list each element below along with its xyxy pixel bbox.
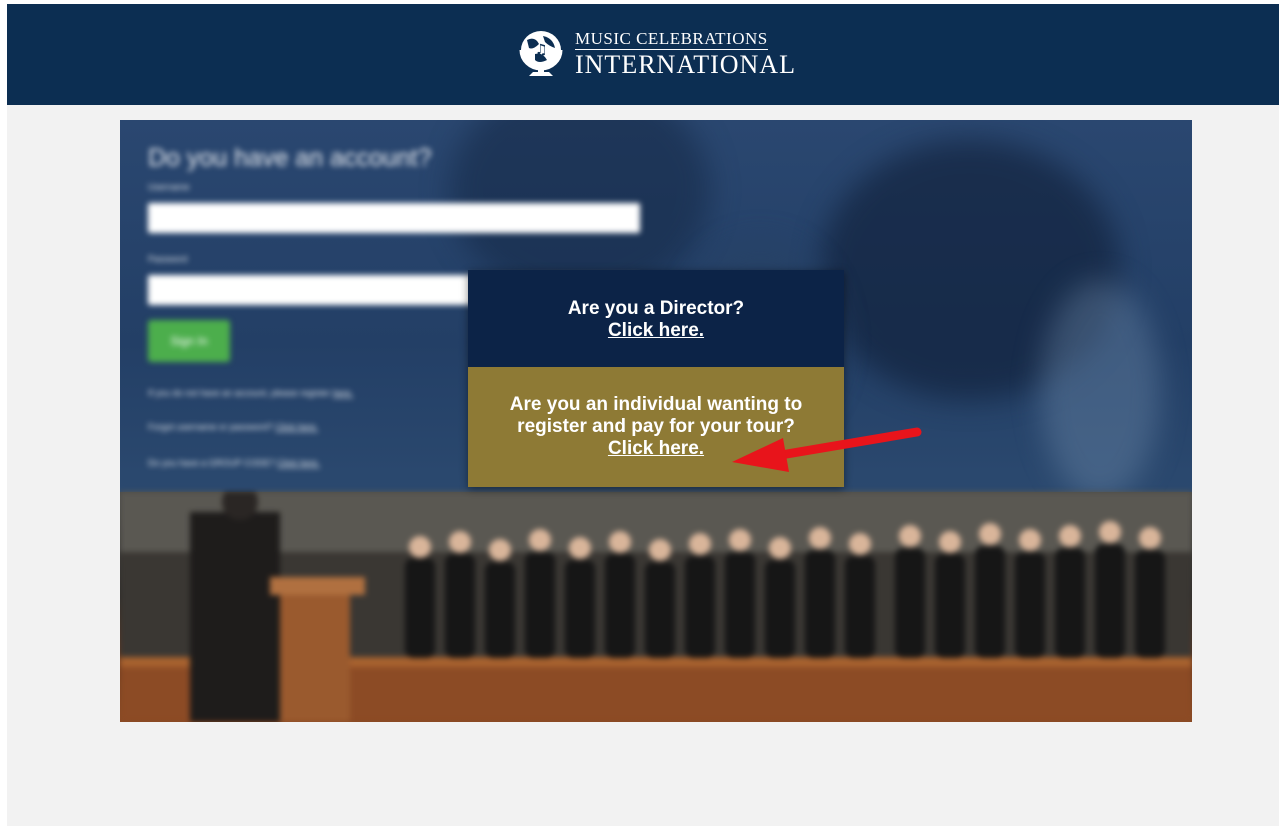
site-header: ♫ MUSIC CELEBRATIONS INTERNATIONAL [7,4,1279,105]
username-input[interactable] [148,203,640,233]
forgot-link[interactable]: Click here. [276,422,319,432]
group-code-text: Do you have a GROUP CODE? [148,458,275,468]
login-title: Do you have an account? [148,144,432,172]
forgot-line: Forgot username or password? Click here. [148,422,318,432]
brand-logo[interactable]: ♫ MUSIC CELEBRATIONS INTERNATIONAL [513,26,796,82]
username-label: Username [148,182,190,192]
page-background: ♫ MUSIC CELEBRATIONS INTERNATIONAL Do yo… [7,4,1279,826]
group-code-link[interactable]: Click here. [277,458,320,468]
individual-click-here-link[interactable]: Click here. [608,438,704,460]
red-arrow-icon [732,427,922,472]
choir-photo [120,492,1192,722]
forgot-text: Forgot username or password? [148,422,274,432]
brand-name-line1: MUSIC CELEBRATIONS [575,29,768,50]
password-label: Password [148,254,188,264]
individual-question-line1: Are you an individual wanting to [509,394,803,415]
group-code-line: Do you have a GROUP CODE? Click here. [148,458,320,468]
choir-image [120,492,1192,722]
register-link[interactable]: here. [333,388,354,398]
svg-text:♫: ♫ [535,42,548,58]
director-option: Are you a Director? Click here. [468,270,844,367]
sign-in-button[interactable]: Sign In [148,320,230,362]
register-text: If you do not have an account, please re… [148,388,331,398]
register-line: If you do not have an account, please re… [148,388,353,398]
brand-name-line2: INTERNATIONAL [575,50,796,79]
globe-icon: ♫ [519,31,563,76]
director-click-here-link[interactable]: Click here. [608,320,704,342]
director-question: Are you a Director? [567,298,745,319]
